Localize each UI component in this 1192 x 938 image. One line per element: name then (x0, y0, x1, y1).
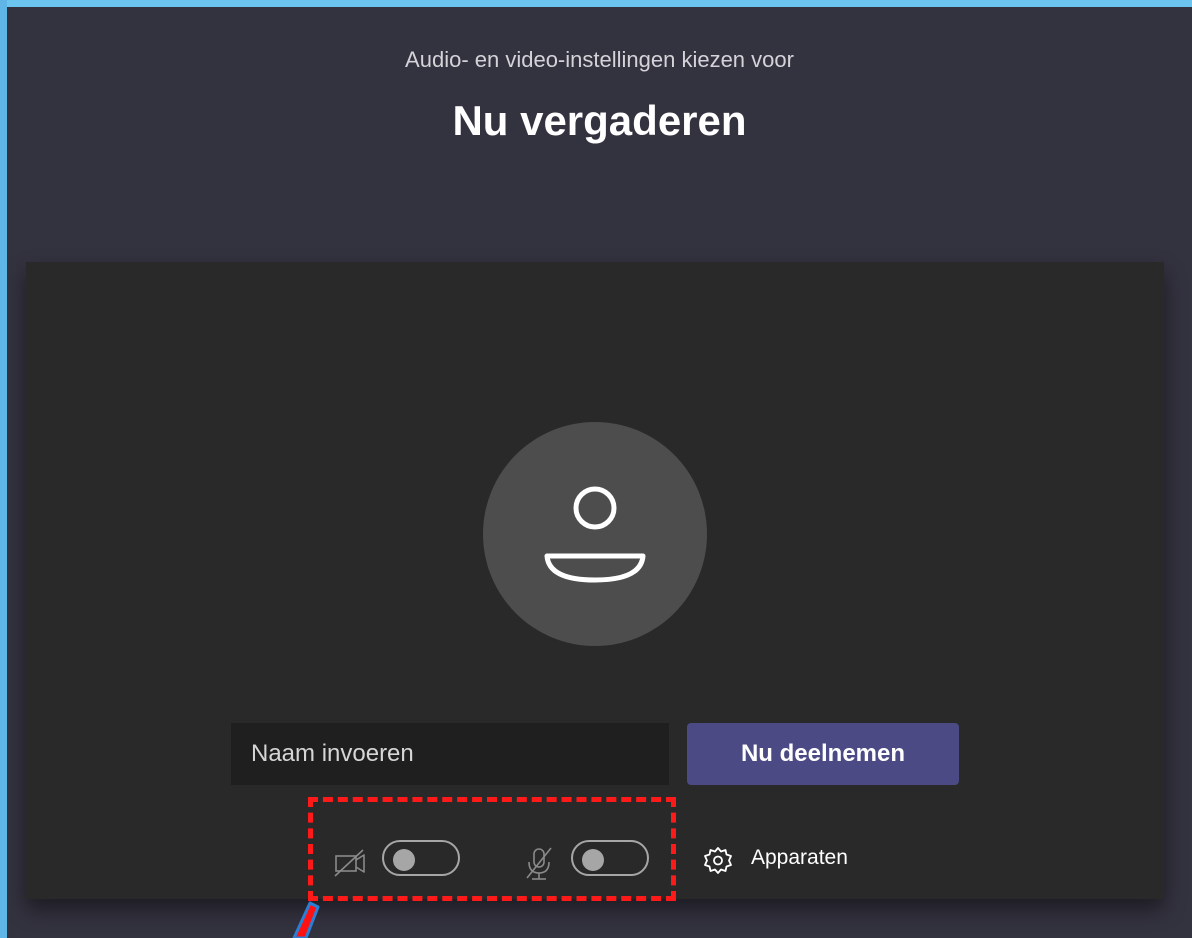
name-input[interactable] (231, 723, 669, 785)
join-now-button[interactable]: Nu deelnemen (687, 723, 959, 785)
video-preview: Nu deelnemen Apparaten (26, 262, 1164, 901)
page-subtitle: Audio- en video-instellingen kiezen voor (405, 47, 794, 72)
join-meeting-window: Audio- en video-instellingen kiezen voor… (7, 7, 1192, 938)
devices-button[interactable]: Apparaten (751, 846, 848, 870)
gear-icon[interactable] (702, 845, 734, 877)
avatar (483, 422, 707, 646)
page-title: Nu vergaderen (452, 97, 747, 144)
person-icon (544, 486, 646, 583)
highlight-box (308, 797, 676, 901)
red-arrow (292, 901, 320, 938)
window-edge (0, 0, 7, 938)
